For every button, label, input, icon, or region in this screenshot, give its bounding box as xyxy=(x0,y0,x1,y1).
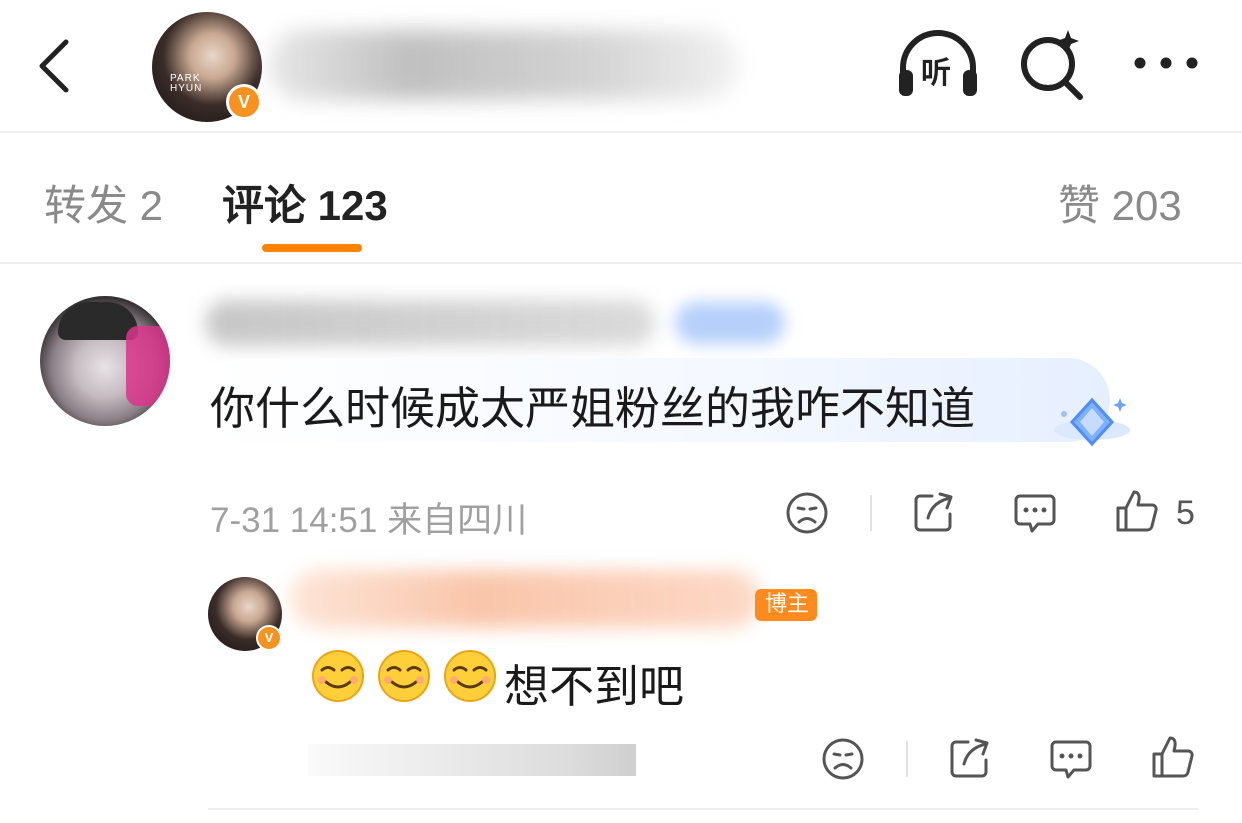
header-divider xyxy=(0,131,1242,133)
action-separator xyxy=(870,495,872,531)
avatar-text: PARK HYUN xyxy=(170,73,203,94)
author-tag: 博主 xyxy=(755,589,818,621)
listen-label: 听 xyxy=(921,56,951,91)
action-separator xyxy=(906,741,908,777)
tab-likes[interactable]: 赞 203 xyxy=(1058,172,1182,233)
comment-text: 你什么时候成太严姐粉丝的我咋不知道 xyxy=(210,382,976,435)
commenter-badge-blurred xyxy=(675,302,785,344)
comment-like-count: 5 xyxy=(1176,494,1195,532)
comment-icon[interactable] xyxy=(1012,490,1058,536)
tab-comments[interactable]: 评论 123 xyxy=(222,172,388,233)
like-icon[interactable] xyxy=(1114,488,1160,534)
reply-text: 想不到吧 xyxy=(504,660,685,713)
share-icon[interactable] xyxy=(946,736,992,782)
reply-verified-badge: V xyxy=(256,625,282,651)
diamond-bubble-icon xyxy=(1054,397,1130,447)
listen-button[interactable]: 听 xyxy=(895,28,981,100)
commenter-avatar[interactable] xyxy=(40,296,170,426)
verified-badge: V xyxy=(226,84,262,120)
comment-meta: 7-31 14:51 来自四川 xyxy=(210,501,528,540)
dislike-icon[interactable] xyxy=(820,736,866,782)
tab-reposts[interactable]: 转发 2 xyxy=(44,172,163,233)
commenter-name-blurred[interactable] xyxy=(205,300,655,346)
tabs-divider xyxy=(0,262,1242,264)
dislike-icon[interactable] xyxy=(784,490,830,536)
reply-author-name-blurred[interactable] xyxy=(290,570,760,628)
smirk-emoji-icon xyxy=(378,650,430,702)
like-icon[interactable] xyxy=(1150,734,1196,780)
tab-active-indicator xyxy=(262,244,362,252)
back-icon[interactable] xyxy=(30,36,80,96)
more-icon[interactable] xyxy=(1130,48,1202,78)
share-icon[interactable] xyxy=(910,490,956,536)
reply-divider xyxy=(208,808,1198,810)
smirk-emoji-icon xyxy=(312,650,364,702)
smart-search-icon[interactable] xyxy=(1018,28,1088,100)
reply-meta-blurred xyxy=(308,744,636,776)
header-username-blurred[interactable] xyxy=(268,30,738,100)
comment-icon[interactable] xyxy=(1048,736,1094,782)
smirk-emoji-icon xyxy=(444,650,496,702)
